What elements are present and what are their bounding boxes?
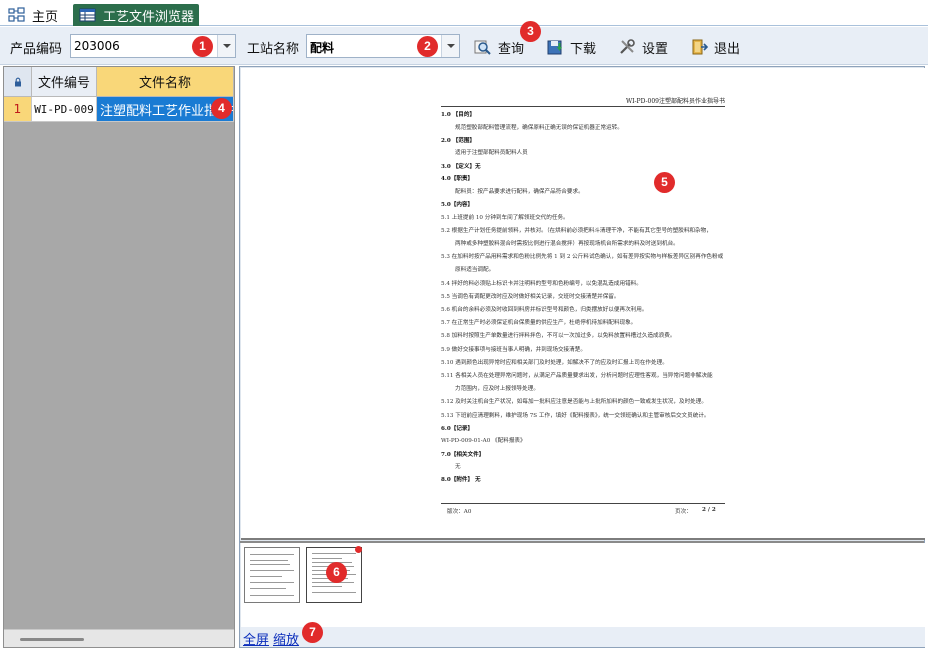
document-line: 3.0 【定义】无 (441, 163, 481, 170)
tab-home[interactable]: 主页 (8, 4, 68, 26)
document-line: 力范围内，应及时上报领导处理。 (455, 386, 539, 393)
exit-label: 退出 (714, 41, 741, 57)
column-header-file-name[interactable]: 文件名称 (97, 67, 234, 97)
document-line: 5.1 上班提前 10 分钟到车间了解领班交代的任务。 (441, 214, 569, 221)
document-line: 7.0【相关文件】 (441, 451, 485, 458)
document-line: 6.0【记录】 (441, 425, 474, 432)
document-line: 5.13 下班前应清理剩料，维护现场 7S 工作，填好《配料报表》，统一交领班确… (441, 412, 710, 419)
tools-icon (618, 38, 636, 56)
document-line: 1.0 【目的】 (441, 112, 476, 118)
row-index: 1 (4, 97, 32, 122)
search-icon (474, 38, 492, 56)
zoom-link[interactable]: 缩放 (273, 629, 299, 648)
horizontal-scrollbar[interactable] (4, 629, 234, 647)
query-label: 查询 (498, 41, 525, 57)
document-line: 8.0【附件】 无 (441, 477, 481, 484)
document-line: 5.5 当调色有调配更改时应及时做好相关记录，交班时交接清楚并保留。 (441, 293, 620, 300)
download-label: 下载 (570, 41, 597, 57)
thumbnail-strip (241, 543, 925, 627)
document-line: 规范塑胶部配料管理流程，确保原料正确无误的保证机器正常运转。 (455, 124, 623, 131)
scrollbar-thumb[interactable] (20, 638, 84, 641)
document-header: WI-PD-009注塑部配料员作业指导书 (441, 96, 725, 107)
tab-home-label: 主页 (32, 9, 59, 25)
tab-browser-label: 工艺文件浏览器 (103, 9, 195, 25)
table-row[interactable]: 1 WI-PD-009 注塑配料工艺作业指导书 (4, 97, 234, 122)
query-button[interactable]: 查询 (474, 36, 524, 58)
document-line: 5.7 在正常生产时必须保证机台保质量的供应生产，杜绝停机待加料配料现象。 (441, 320, 637, 327)
settings-button[interactable]: 设置 (618, 36, 668, 58)
document-version: 版次：A0 (447, 509, 472, 515)
document-line: 5.2 根据生产计划任务提前领料，并核对。（在烘料前必须把料斗清理干净，不能有其… (441, 227, 712, 234)
document-line: WI-PD-009-01-A0 《配料报表》 (441, 438, 526, 445)
marker-7: 7 (302, 622, 323, 643)
tab-process-file-browser[interactable]: 工艺文件浏览器 (73, 4, 199, 26)
download-button[interactable]: 下载 (546, 36, 596, 58)
page-view[interactable]: WI-PD-009注塑部配料员作业指导书 1.0 【目的】规范塑胶部配料管理流程… (241, 68, 925, 540)
chevron-down-icon[interactable] (441, 35, 459, 57)
download-icon (546, 38, 564, 56)
document-line: 5.11 各相关人员在处理异常问题时，从满足产品质量要求出发，分析问题时应理性客… (441, 373, 713, 379)
marker-3: 3 (520, 21, 541, 42)
marker-6: 6 (326, 562, 347, 583)
lock-icon[interactable] (4, 67, 32, 97)
marker-2: 2 (417, 36, 438, 57)
document-line: 2.0 【范围】 (441, 137, 476, 144)
column-header-file-code[interactable]: 文件编号 (32, 67, 97, 97)
document-line: 5.9 做好交接事项与接班当事人明确，并到现场交接清楚。 (441, 346, 586, 353)
station-name-label: 工站名称 (247, 42, 300, 57)
settings-label: 设置 (642, 41, 669, 57)
document-line: 5.0【内容】 (441, 202, 474, 208)
document-page-number: 2 / 2 (702, 507, 716, 513)
tab-bar: 主页 工艺文件浏览器 (0, 0, 928, 26)
document-line: 5.10 遇到颜色出现异常时应和相关部门及时处理，如解决不了的应及时汇报上司在作… (441, 359, 668, 366)
file-code-cell[interactable]: WI-PD-009 (32, 97, 97, 122)
table-icon (79, 7, 97, 23)
document-line: 5.8 加料时按照生产单数量进行拌料拌色，不可以一次加过多，以免料放置料槽过久造… (441, 333, 676, 340)
product-code-label: 产品编码 (10, 42, 63, 57)
page-thumbnail-1[interactable] (244, 547, 300, 603)
grid-header: 文件编号 文件名称 (4, 67, 234, 97)
document-line: 两种或多种塑胶料混合时需按比例进行混合搅拌）再按现场机台所需求的料及时送到机台。 (455, 241, 679, 247)
home-icon (8, 7, 26, 23)
document-line: 5.12 及时关注机台生产状况，如每加一批料应注意是否能与上批所加料的颜色一致或… (441, 399, 707, 406)
document-line: 配料员：按产品要求进行配料，确保产品符合要求。 (455, 188, 584, 195)
document-page-label: 页次： (675, 509, 692, 515)
document-line: 5.3 在加料时按产品用料需求和色粉比例先将 1 到 2 公斤料试色确认，如有差… (441, 254, 724, 261)
document-line: 5.4 拌好的料必须贴上标识卡并注明料的型号和色粉编号，以免混乱造成用错料。 (441, 280, 642, 287)
current-page-indicator (355, 546, 362, 553)
document-line: 无 (455, 464, 461, 471)
product-code-value: 203006 (74, 39, 120, 53)
fullscreen-link[interactable]: 全屏 (243, 629, 269, 648)
exit-door-icon (690, 38, 709, 56)
marker-4: 4 (211, 98, 232, 119)
document-line: 适用于注塑部配料员配料人员 (455, 150, 528, 157)
station-name-value: 配料 (310, 41, 335, 55)
chevron-down-icon[interactable] (217, 35, 235, 57)
document-line: 4.0【职责】 (441, 176, 474, 183)
footer-rule (441, 503, 725, 504)
toolbar: 产品编码 203006 工站名称 配料 查询 下载 设置 退出 (0, 27, 928, 65)
viewer-bottom-bar: 全屏 缩放 (241, 627, 925, 648)
file-list-grid: 文件编号 文件名称 1 WI-PD-009 注塑配料工艺作业指导书 (3, 66, 235, 648)
marker-5: 5 (654, 172, 675, 193)
exit-button[interactable]: 退出 (690, 36, 740, 58)
document-viewer: WI-PD-009注塑部配料员作业指导书 1.0 【目的】规范塑胶部配料管理流程… (239, 66, 925, 648)
document-line: 原料适当调配。 (455, 267, 495, 274)
marker-1: 1 (192, 36, 213, 57)
document-line: 5.6 机台的余料必须及时收回到料房并标识型号和颜色，归类摆放好以便再次利用。 (441, 307, 648, 313)
